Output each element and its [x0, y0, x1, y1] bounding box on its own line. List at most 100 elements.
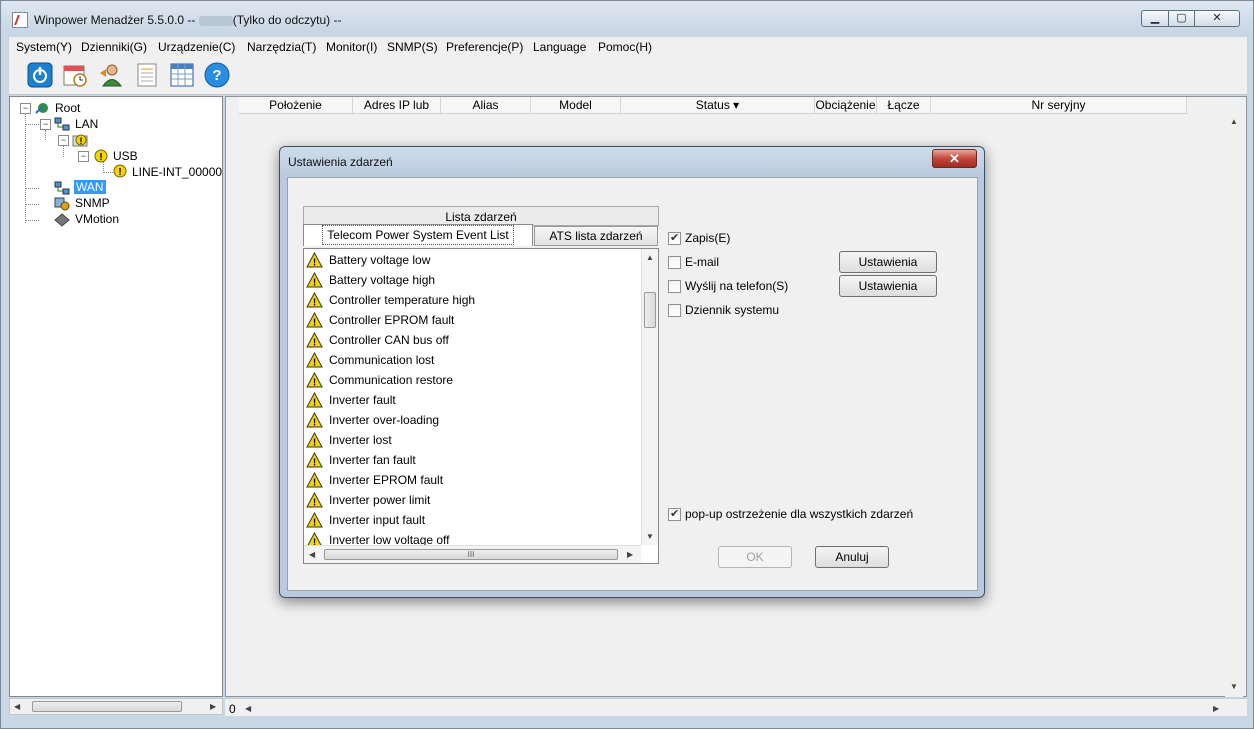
col-load[interactable]: Obciążenie: [815, 97, 877, 114]
usb-collapse-toggle[interactable]: −: [78, 151, 89, 162]
maximize-button[interactable]: ▢: [1168, 10, 1195, 27]
scroll-up-arrow-icon[interactable]: ▲: [1230, 117, 1238, 126]
list-item[interactable]: ! Communication restore: [306, 370, 636, 390]
dialog-title: Ustawienia zdarzeń: [288, 155, 393, 169]
list-item[interactable]: ! Inverter power limit: [306, 490, 636, 510]
col-ip-address[interactable]: Adres IP lub: [353, 97, 441, 114]
zapis-checkbox[interactable]: [668, 231, 681, 245]
scroll-right-arrow-icon[interactable]: ▶: [627, 550, 633, 559]
tree-node-vmotion[interactable]: VMotion: [75, 212, 119, 226]
close-button[interactable]: ✕: [1194, 10, 1240, 27]
email-settings-button[interactable]: Ustawienia: [839, 251, 937, 273]
root-collapse-toggle[interactable]: −: [20, 103, 31, 114]
tree-node-usb[interactable]: USB: [113, 149, 138, 163]
scroll-down-arrow-icon[interactable]: ▼: [1230, 682, 1238, 691]
tree-hscroll-thumb[interactable]: [32, 701, 182, 712]
list-item[interactable]: ! Inverter fault: [306, 390, 636, 410]
col-model[interactable]: Model: [531, 97, 621, 114]
tree-node-lan[interactable]: LAN: [75, 117, 98, 131]
list-item[interactable]: ! Controller EPROM fault: [306, 310, 636, 330]
svg-text:!: !: [118, 167, 121, 178]
table-horizontal-scrollbar[interactable]: 0 ◀ ▶: [225, 698, 1247, 716]
event-list-vscroll-thumb[interactable]: [644, 292, 656, 328]
menu-language[interactable]: Language: [533, 40, 586, 54]
list-item[interactable]: ! Communication lost: [306, 350, 636, 370]
host-collapse-toggle[interactable]: −: [58, 135, 69, 146]
host-warning-icon: !: [72, 133, 88, 147]
row-count: 0: [229, 702, 236, 716]
tree-node-device[interactable]: LINE-INT_00000: [132, 165, 222, 179]
menu-preferences[interactable]: Preferencje(P): [446, 40, 523, 54]
menu-device[interactable]: Urządzenie(C): [158, 40, 235, 54]
scroll-up-arrow-icon[interactable]: ▲: [646, 253, 654, 262]
dialog-close-button[interactable]: ✕: [932, 149, 977, 168]
svg-text:!: !: [313, 518, 316, 529]
col-serial[interactable]: Nr seryjny: [931, 97, 1187, 114]
snmp-icon: [54, 197, 70, 211]
minimize-button[interactable]: ▁: [1141, 10, 1169, 27]
help-icon[interactable]: ?: [203, 61, 231, 89]
list-item[interactable]: ! Inverter low voltage off: [306, 530, 636, 545]
menu-system[interactable]: System(Y): [16, 40, 72, 54]
event-list-header: Lista zdarzeń: [303, 206, 659, 226]
list-item[interactable]: ! Controller CAN bus off: [306, 330, 636, 350]
list-item[interactable]: ! Battery voltage low: [306, 250, 636, 270]
tree-horizontal-scrollbar[interactable]: ◀ ▶: [9, 698, 223, 715]
scroll-right-arrow-icon[interactable]: ▶: [210, 702, 216, 711]
scroll-right-arrow-icon[interactable]: ▶: [1213, 704, 1219, 713]
tab-telecom-events[interactable]: Telecom Power System Event List: [303, 224, 533, 246]
warning-icon: !: [306, 292, 323, 308]
scroll-left-arrow-icon[interactable]: ◀: [14, 702, 20, 711]
event-list-vertical-scrollbar[interactable]: ▲ ▼: [641, 249, 658, 545]
menu-snmp[interactable]: SNMP(S): [387, 40, 438, 54]
tree-node-root[interactable]: Root: [55, 101, 80, 115]
list-item[interactable]: ! Inverter EPROM fault: [306, 470, 636, 490]
device-warning-icon: !: [112, 164, 128, 178]
col-link[interactable]: Łącze: [877, 97, 931, 114]
tab-ats-events[interactable]: ATS lista zdarzeń: [534, 226, 658, 246]
scroll-down-arrow-icon[interactable]: ▼: [646, 532, 654, 541]
ok-button[interactable]: OK: [718, 546, 792, 568]
lan-collapse-toggle[interactable]: −: [40, 119, 51, 130]
list-item[interactable]: ! Inverter fan fault: [306, 450, 636, 470]
list-item[interactable]: ! Controller temperature high: [306, 290, 636, 310]
table-icon[interactable]: [168, 61, 196, 89]
menu-help[interactable]: Pomoc(H): [598, 40, 652, 54]
schedule-icon[interactable]: [61, 61, 89, 89]
menu-logs[interactable]: Dzienniki(G): [81, 40, 147, 54]
event-list-hscroll-thumb[interactable]: III: [324, 549, 618, 560]
svg-text:!: !: [80, 136, 83, 146]
col-status[interactable]: Status ▾: [621, 97, 815, 114]
tree-node-wan[interactable]: WAN: [74, 180, 106, 194]
syslog-checkbox[interactable]: [668, 304, 681, 317]
list-item[interactable]: ! Inverter lost: [306, 430, 636, 450]
popup-checkbox[interactable]: [668, 507, 681, 521]
table-vertical-scrollbar[interactable]: ▲ ▼: [1225, 114, 1243, 697]
phone-settings-button[interactable]: Ustawienia: [839, 275, 937, 297]
user-icon[interactable]: [97, 61, 125, 89]
phone-checkbox[interactable]: [668, 280, 681, 293]
warning-icon: !: [306, 272, 323, 288]
scroll-left-arrow-icon[interactable]: ◀: [245, 704, 251, 713]
email-checkbox[interactable]: [668, 256, 681, 269]
phone-label: Wyślij na telefon(S): [685, 279, 789, 293]
col-location[interactable]: Położenie: [239, 97, 353, 114]
redacted-host: [198, 15, 233, 26]
scroll-left-arrow-icon[interactable]: ◀: [309, 550, 315, 559]
col-alias[interactable]: Alias: [441, 97, 531, 114]
log-icon[interactable]: [133, 61, 161, 89]
tree-node-snmp[interactable]: SNMP: [75, 196, 110, 210]
menu-monitor[interactable]: Monitor(I): [326, 40, 377, 54]
power-icon[interactable]: [26, 61, 54, 89]
warning-icon: !: [306, 412, 323, 428]
warning-icon: !: [306, 332, 323, 348]
menu-tools[interactable]: Narzędzia(T): [247, 40, 316, 54]
svg-text:!: !: [313, 498, 316, 509]
event-list[interactable]: ! Battery voltage low ! Battery voltage hi…: [303, 248, 659, 564]
list-item[interactable]: ! Inverter input fault: [306, 510, 636, 530]
list-item[interactable]: ! Inverter over-loading: [306, 410, 636, 430]
event-list-horizontal-scrollbar[interactable]: ◀ III ▶: [304, 545, 641, 563]
list-item[interactable]: ! Battery voltage high: [306, 270, 636, 290]
cancel-button[interactable]: Anuluj: [815, 546, 889, 568]
warning-icon: !: [306, 512, 323, 528]
